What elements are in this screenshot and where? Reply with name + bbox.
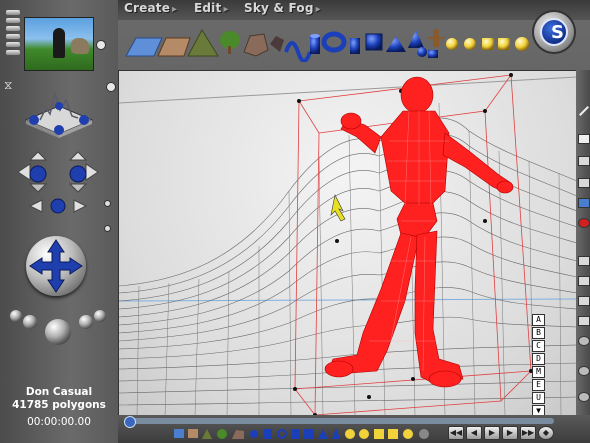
settings-icon[interactable] xyxy=(578,392,590,402)
timeline-knob[interactable] xyxy=(124,416,136,428)
view-button-m[interactable]: M xyxy=(532,366,545,378)
camera-icon[interactable] xyxy=(578,366,590,376)
sky-preview-icon[interactable] xyxy=(578,198,590,208)
water-plane-icon[interactable] xyxy=(125,37,163,57)
bryce-app-window: ⧖ Don Casual 41785 polygons 00:00:00.00 … xyxy=(0,0,590,443)
nano-preview[interactable] xyxy=(24,17,94,71)
polygon-count: 41785 polygons xyxy=(12,399,106,411)
cylinder-icon[interactable] xyxy=(350,38,360,54)
selection-status: Don Casual 41785 polygons 00:00:00.00 xyxy=(0,386,118,429)
square-light-icon[interactable] xyxy=(428,50,438,58)
light-bulb-icon[interactable] xyxy=(515,37,529,51)
left-control-panel: ⧖ Don Casual 41785 polygons 00:00:00.00 xyxy=(0,0,118,443)
figure-icon[interactable] xyxy=(428,29,444,47)
menu-create[interactable]: Create ▸ xyxy=(124,1,177,15)
3d-viewport[interactable] xyxy=(118,70,578,417)
camera-dolly-icon[interactable] xyxy=(28,196,88,216)
step-back-button[interactable]: ◀ xyxy=(466,426,482,440)
tree-icon[interactable] xyxy=(220,31,240,54)
record-icon[interactable] xyxy=(578,218,590,228)
step-forward-button[interactable]: ▶ xyxy=(502,426,518,440)
object-name: Don Casual xyxy=(25,386,93,398)
right-tool-strip xyxy=(576,70,590,415)
stone-icon[interactable] xyxy=(270,36,284,52)
timeline-scrubber[interactable] xyxy=(124,416,554,428)
display-mode-icon[interactable] xyxy=(578,178,590,188)
mouse-cursor-icon xyxy=(330,194,346,222)
chevron-down-icon[interactable] xyxy=(104,225,111,232)
view-button-b[interactable]: B xyxy=(532,327,545,339)
chevron-down-icon[interactable] xyxy=(104,200,111,207)
view-button-d[interactable]: D xyxy=(532,353,545,365)
view-shortcut-buttons: A B C D M E U ▼ xyxy=(532,314,545,418)
hourglass-icon: ⧖ xyxy=(4,78,13,92)
play-button[interactable]: ▶ xyxy=(484,426,500,440)
rock-icon[interactable] xyxy=(243,33,269,57)
view-button-u[interactable]: U xyxy=(532,392,545,404)
pyramid-icon[interactable] xyxy=(386,36,406,52)
torus-knot-icon[interactable] xyxy=(284,41,312,62)
keyframe-button[interactable]: ◆ xyxy=(538,426,554,440)
light-bulb-icon[interactable] xyxy=(464,38,476,50)
selection-filter-icons[interactable] xyxy=(174,427,434,441)
camera-presets-icon[interactable] xyxy=(8,306,108,346)
mountain-icon[interactable] xyxy=(187,28,219,57)
light-bulb-icon[interactable] xyxy=(446,38,458,50)
spotlight-icon[interactable] xyxy=(482,38,494,50)
menu-bar: Create ▸ Edit ▸ Sky & Fog ▸ xyxy=(118,0,590,20)
rewind-button[interactable]: ◀◀ xyxy=(448,426,464,440)
menu-edit[interactable]: Edit ▸ xyxy=(194,1,229,15)
create-toolbar xyxy=(125,28,529,62)
view-button-e[interactable]: E xyxy=(532,379,545,391)
view-button-c[interactable]: C xyxy=(532,340,545,352)
globe-icon[interactable] xyxy=(578,336,590,346)
layout-icon[interactable] xyxy=(578,316,590,326)
layout-icon[interactable] xyxy=(578,256,590,266)
menu-sky-fog[interactable]: Sky & Fog ▸ xyxy=(244,1,321,15)
render-mode-icon[interactable] xyxy=(578,156,590,166)
view-button-a[interactable]: A xyxy=(532,314,545,326)
camera-trackball-icon[interactable] xyxy=(22,86,96,138)
timeline-bar: ◀◀ ◀ ▶ ▶ ▶▶ ◆ xyxy=(118,415,590,443)
palette-stack-icon[interactable] xyxy=(6,10,20,58)
layout-icon[interactable] xyxy=(578,276,590,286)
timecode: 00:00:00.00 xyxy=(27,416,91,428)
wireframe-view-icon[interactable] xyxy=(578,134,590,144)
view-options-button[interactable] xyxy=(106,82,116,92)
wireframe-scene xyxy=(119,73,577,416)
camera-pan-arrows-icon[interactable] xyxy=(16,150,100,194)
fast-forward-button[interactable]: ▶▶ xyxy=(520,426,536,440)
cube-icon[interactable] xyxy=(365,33,383,51)
four-way-arrow-icon xyxy=(29,239,83,293)
preview-options-button[interactable] xyxy=(96,40,106,50)
cone-icon[interactable] xyxy=(408,30,424,48)
terrain-plane-icon[interactable] xyxy=(157,37,191,57)
cylinder-icon[interactable] xyxy=(310,34,320,54)
bryce-logo-icon[interactable]: S xyxy=(534,12,574,52)
trackball-sphere[interactable] xyxy=(26,236,86,296)
layout-icon[interactable] xyxy=(578,296,590,306)
sphere-icon[interactable] xyxy=(417,47,427,57)
torus-icon[interactable] xyxy=(321,31,347,53)
spotlight-icon[interactable] xyxy=(498,38,510,50)
pencil-icon[interactable] xyxy=(579,106,589,116)
